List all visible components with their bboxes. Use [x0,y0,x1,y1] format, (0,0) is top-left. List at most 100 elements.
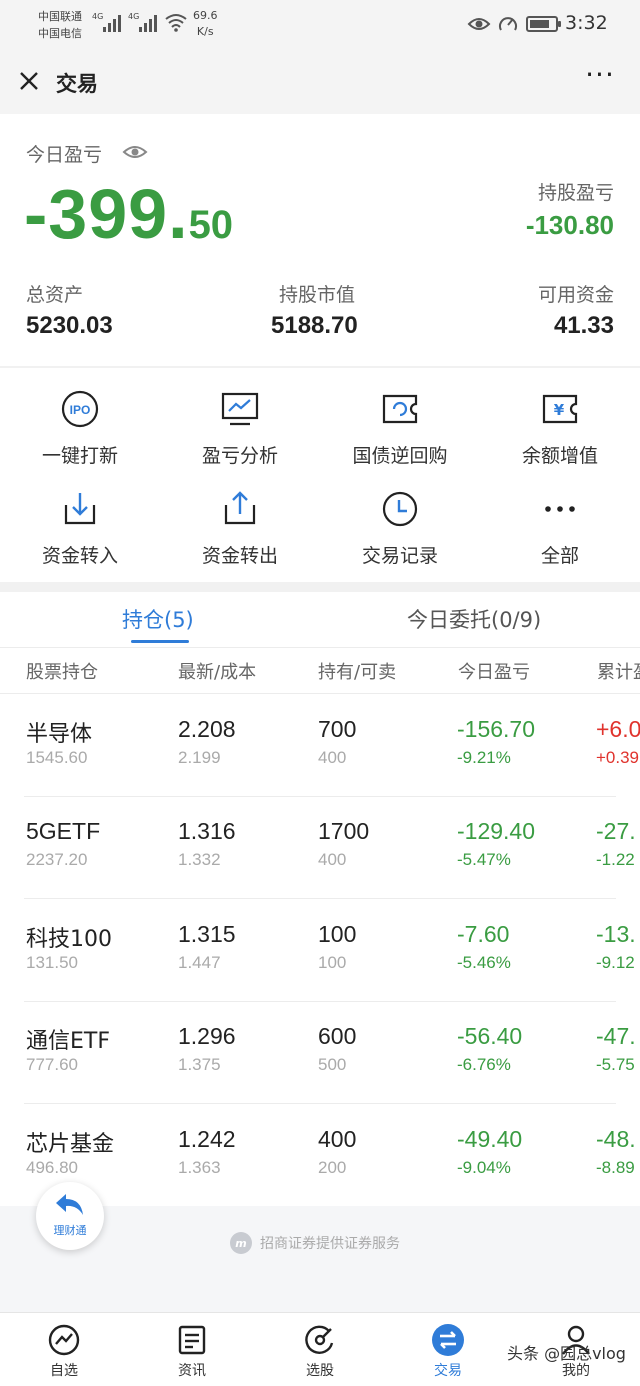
position-tabs: 持仓(5) 今日委托(0/9) [0,592,640,648]
action-all[interactable]: 全部 [480,468,640,568]
carrier-info: 中国联通 中国电信 [38,8,82,42]
cost-price: 1.375 [178,1055,221,1074]
nav-stock-picker[interactable]: 选股 [256,1313,384,1386]
column-header: 累计盈亏 [597,662,640,683]
action-ipo[interactable]: IPO 一键打新 [0,368,160,468]
nav-trade[interactable]: 交易 [384,1313,512,1386]
total-pl-pct: -8.89 [596,1158,635,1177]
nav-bar: 交易 ··· [0,50,640,114]
licaitong-float-button[interactable]: 理财通 [36,1182,104,1250]
today-pl-pct: -9.04% [457,1158,511,1177]
column-header: 股票持仓 [26,662,98,683]
action-label: 全部 [540,545,579,567]
total-pl: -47. [596,1023,636,1049]
today-pl-pct: -6.76% [457,1055,511,1074]
market-value-value: 5188.70 [271,312,358,339]
market-value: 777.60 [26,1055,78,1074]
carrier-1: 中国联通 [38,10,82,23]
more-button[interactable]: ··· [580,61,620,96]
svg-text:¥: ¥ [554,401,565,419]
latest-price: 1.315 [178,921,236,947]
broker-note: m 招商证券提供证券服务 [230,1232,400,1254]
total-pl-pct: -1.22 [596,850,635,869]
sellable-qty: 500 [318,1055,347,1074]
total-pl: +6.0 [596,716,640,742]
nav-label: 交易 [434,1363,462,1379]
table-row[interactable]: 半导体 1545.60 2.208 2.199 700 400 -156.70 … [0,694,640,797]
stock-name: 5GETF [26,818,101,844]
today-pl: -7.60 [457,921,510,947]
ipo-icon: IPO [61,390,99,427]
today-pl: -56.40 [457,1023,523,1049]
action-transfer-out[interactable]: 资金转出 [160,468,320,568]
account-summary: 今日盈亏 -399.50 持股盈亏 -130.80 总资产 5230.03 持股… [0,114,640,368]
eye-icon[interactable] [122,142,148,162]
action-transfer-in[interactable]: 资金转入 [0,468,160,568]
tab-positions[interactable]: 持仓(5) [122,604,194,634]
action-label: 交易记录 [361,545,438,567]
sellable-qty: 400 [318,850,347,869]
gauge-icon [499,17,517,31]
today-pl-pct: -5.46% [457,953,511,972]
table-row[interactable]: 科技100 131.50 1.315 1.447 100 100 -7.60 -… [0,899,640,1002]
speed-value: 69.6 [193,9,218,22]
stock-name: 半导体 [26,722,93,747]
sellable-qty: 200 [318,1158,347,1177]
battery-level [530,20,549,28]
action-trade-records[interactable]: 交易记录 [320,468,480,568]
holding-pl-value: -130.80 [525,210,614,240]
close-button[interactable] [12,64,46,98]
nav-watchlist[interactable]: 自选 [0,1313,128,1386]
action-label: 盈亏分析 [201,445,278,467]
float-button-label: 理财通 [53,1224,87,1237]
market-value: 1545.60 [26,748,88,767]
available-funds-label: 可用资金 [537,284,614,306]
holding-qty: 600 [318,1023,357,1049]
total-pl-pct: +0.39 [596,748,640,767]
speed-unit: K/s [196,25,214,38]
today-pl-pct: -5.47% [457,850,511,869]
positions-list: 半导体 1545.60 2.208 2.199 700 400 -156.70 … [0,694,640,1206]
total-assets-label: 总资产 [26,284,84,306]
market-value-label: 持股市值 [279,284,356,306]
stock-name: 科技100 [26,927,112,952]
broker-logo: m [230,1232,252,1254]
today-pl-value: -399.50 [24,174,233,254]
carrier-2: 中国电信 [38,27,82,40]
action-pl-analysis[interactable]: 盈亏分析 [160,368,320,468]
latest-price: 1.242 [178,1126,236,1152]
news-icon [178,1325,206,1355]
nav-label: 自选 [50,1363,78,1379]
latest-price: 1.316 [178,818,236,844]
section-divider [0,582,640,592]
today-pl-decimal: 50 [188,203,234,247]
total-pl: -27. [596,818,636,844]
table-row[interactable]: 5GETF 2237.20 1.316 1.332 1700 400 -129.… [0,796,640,899]
cost-price: 1.447 [178,953,221,972]
total-assets-value: 5230.03 [26,312,113,339]
broker-note-text: 招商证券提供证券服务 [260,1236,400,1252]
active-tab-indicator [131,640,189,643]
table-row[interactable]: 通信ETF 777.60 1.296 1.375 600 500 -56.40 … [0,1001,640,1104]
total-pl: -13. [596,921,636,947]
today-pl: -156.70 [457,716,536,742]
transfer-out-icon [224,490,256,524]
tab-today-orders[interactable]: 今日委托(0/9) [407,604,541,634]
action-label: 资金转入 [41,545,118,567]
network-type-2: 4G [128,12,140,21]
today-pl: -49.40 [457,1126,523,1152]
action-balance-growth[interactable]: ¥ 余额增值 [480,368,640,468]
today-pl-label: 今日盈亏 [26,144,103,166]
stock-picker-icon [305,1325,334,1354]
status-bar: 中国联通 中国电信 4G 4G 69.6 K/s 3:32 [0,0,640,50]
latest-price: 1.296 [178,1023,236,1049]
holding-qty: 400 [318,1126,357,1152]
nav-news[interactable]: 资讯 [128,1313,256,1386]
action-bond-repo[interactable]: 国债逆回购 [320,368,480,468]
table-row[interactable]: 芯片基金 496.80 1.242 1.363 400 200 -49.40 -… [0,1104,640,1206]
watchlist-icon [48,1324,80,1356]
signal-icon [139,14,159,32]
today-pl-integer: -399. [24,175,189,253]
nav-label: 资讯 [178,1363,206,1379]
yen-ticket-icon: ¥ [542,394,578,423]
